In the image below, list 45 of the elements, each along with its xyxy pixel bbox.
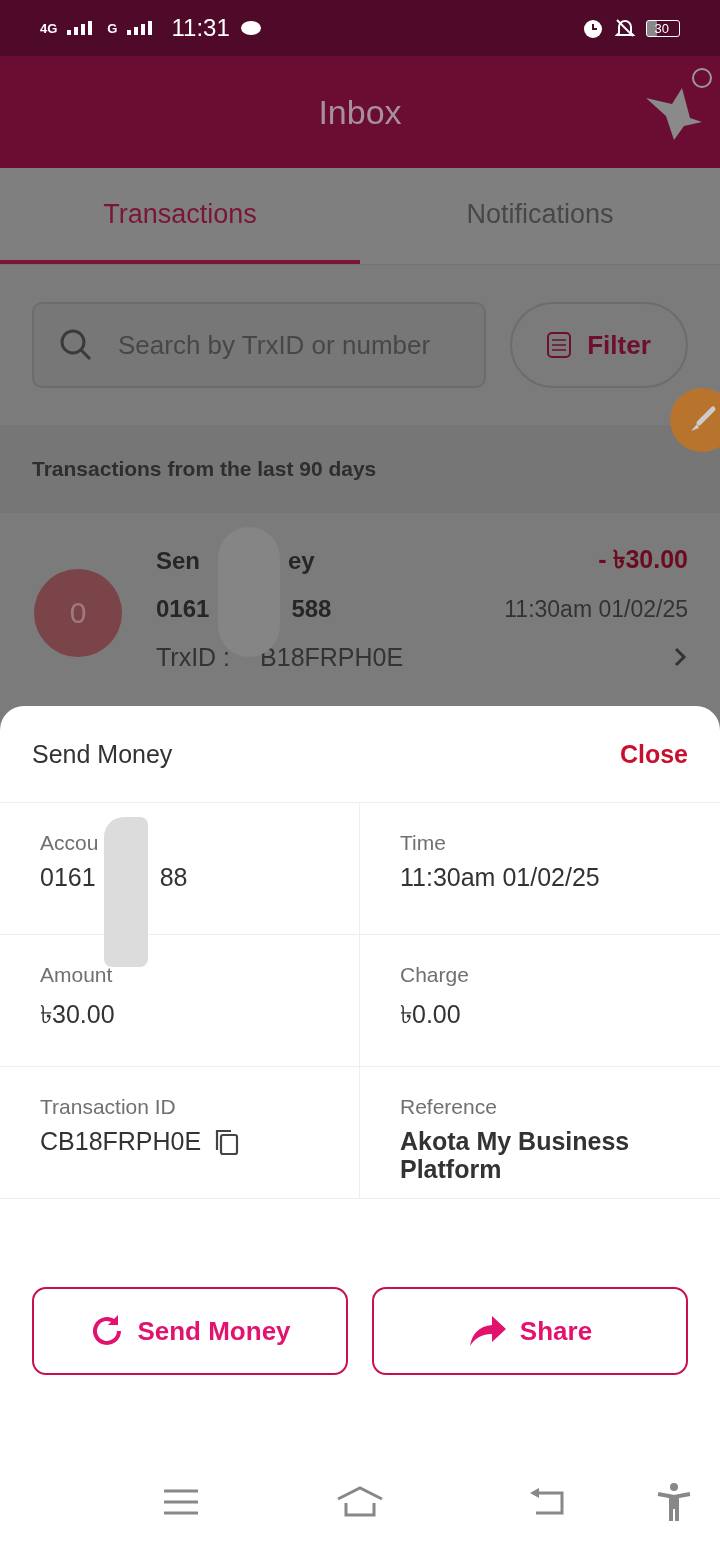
transaction-amount: - ৳30.00 (598, 543, 688, 575)
field-value: 88 (159, 863, 188, 892)
page-title: Inbox (318, 92, 402, 132)
clock-time: 11:31 (171, 14, 230, 42)
accessibility-icon[interactable] (656, 1483, 692, 1521)
send-money-button[interactable]: Send Money (32, 1287, 348, 1375)
field-value: ৳30.00 (40, 999, 116, 1030)
share-arrow-icon (467, 1314, 508, 1348)
sheet-title: Send Money (32, 739, 173, 769)
alarm-icon (581, 17, 604, 39)
field-label: Time (400, 831, 447, 855)
field-value: CB18FRPH0E (40, 1127, 202, 1156)
menu-icon[interactable] (164, 1488, 198, 1516)
brush-button[interactable] (670, 388, 720, 452)
transaction-title: Sen (156, 547, 200, 575)
field-label: Amount (40, 963, 114, 987)
field-label: Accou (40, 831, 100, 855)
home-icon[interactable] (336, 1486, 384, 1518)
period-note: Transactions from the last 90 days (0, 425, 720, 513)
bell-off-icon (613, 17, 636, 39)
network-label: 4G (40, 20, 58, 36)
phone-number: 0161 (156, 595, 210, 623)
copy-icon[interactable] (213, 1127, 240, 1156)
transaction-time: 11:30am 01/02/25 (504, 595, 688, 623)
filter-button[interactable]: Filter (510, 302, 688, 388)
back-icon[interactable] (530, 1487, 566, 1517)
share-button[interactable]: Share (372, 1287, 688, 1375)
search-icon (60, 329, 92, 361)
field-value: 0161 (40, 863, 96, 892)
field-label: Reference (400, 1095, 498, 1119)
transaction-title: ey (288, 547, 315, 575)
tab[interactable]: Transactions (0, 168, 360, 264)
tab[interactable]: Notifications (360, 168, 720, 264)
network-label: G (107, 20, 118, 36)
field-value: 11:30am 01/02/25 (400, 863, 601, 892)
chevron-right-icon[interactable] (672, 647, 688, 667)
phone-number: 588 (291, 595, 332, 623)
transaction-id: B18FRPH0E (260, 642, 404, 672)
field-value: ৳0.00 (400, 999, 462, 1030)
battery-level: 30 (645, 19, 680, 37)
field-label: Charge (400, 963, 470, 987)
close-link[interactable]: Close (619, 739, 688, 769)
field-value: Akota My Business Platform (400, 1127, 631, 1183)
field-label: Transaction ID (40, 1095, 177, 1119)
transaction-id: TrxID : (156, 642, 231, 672)
